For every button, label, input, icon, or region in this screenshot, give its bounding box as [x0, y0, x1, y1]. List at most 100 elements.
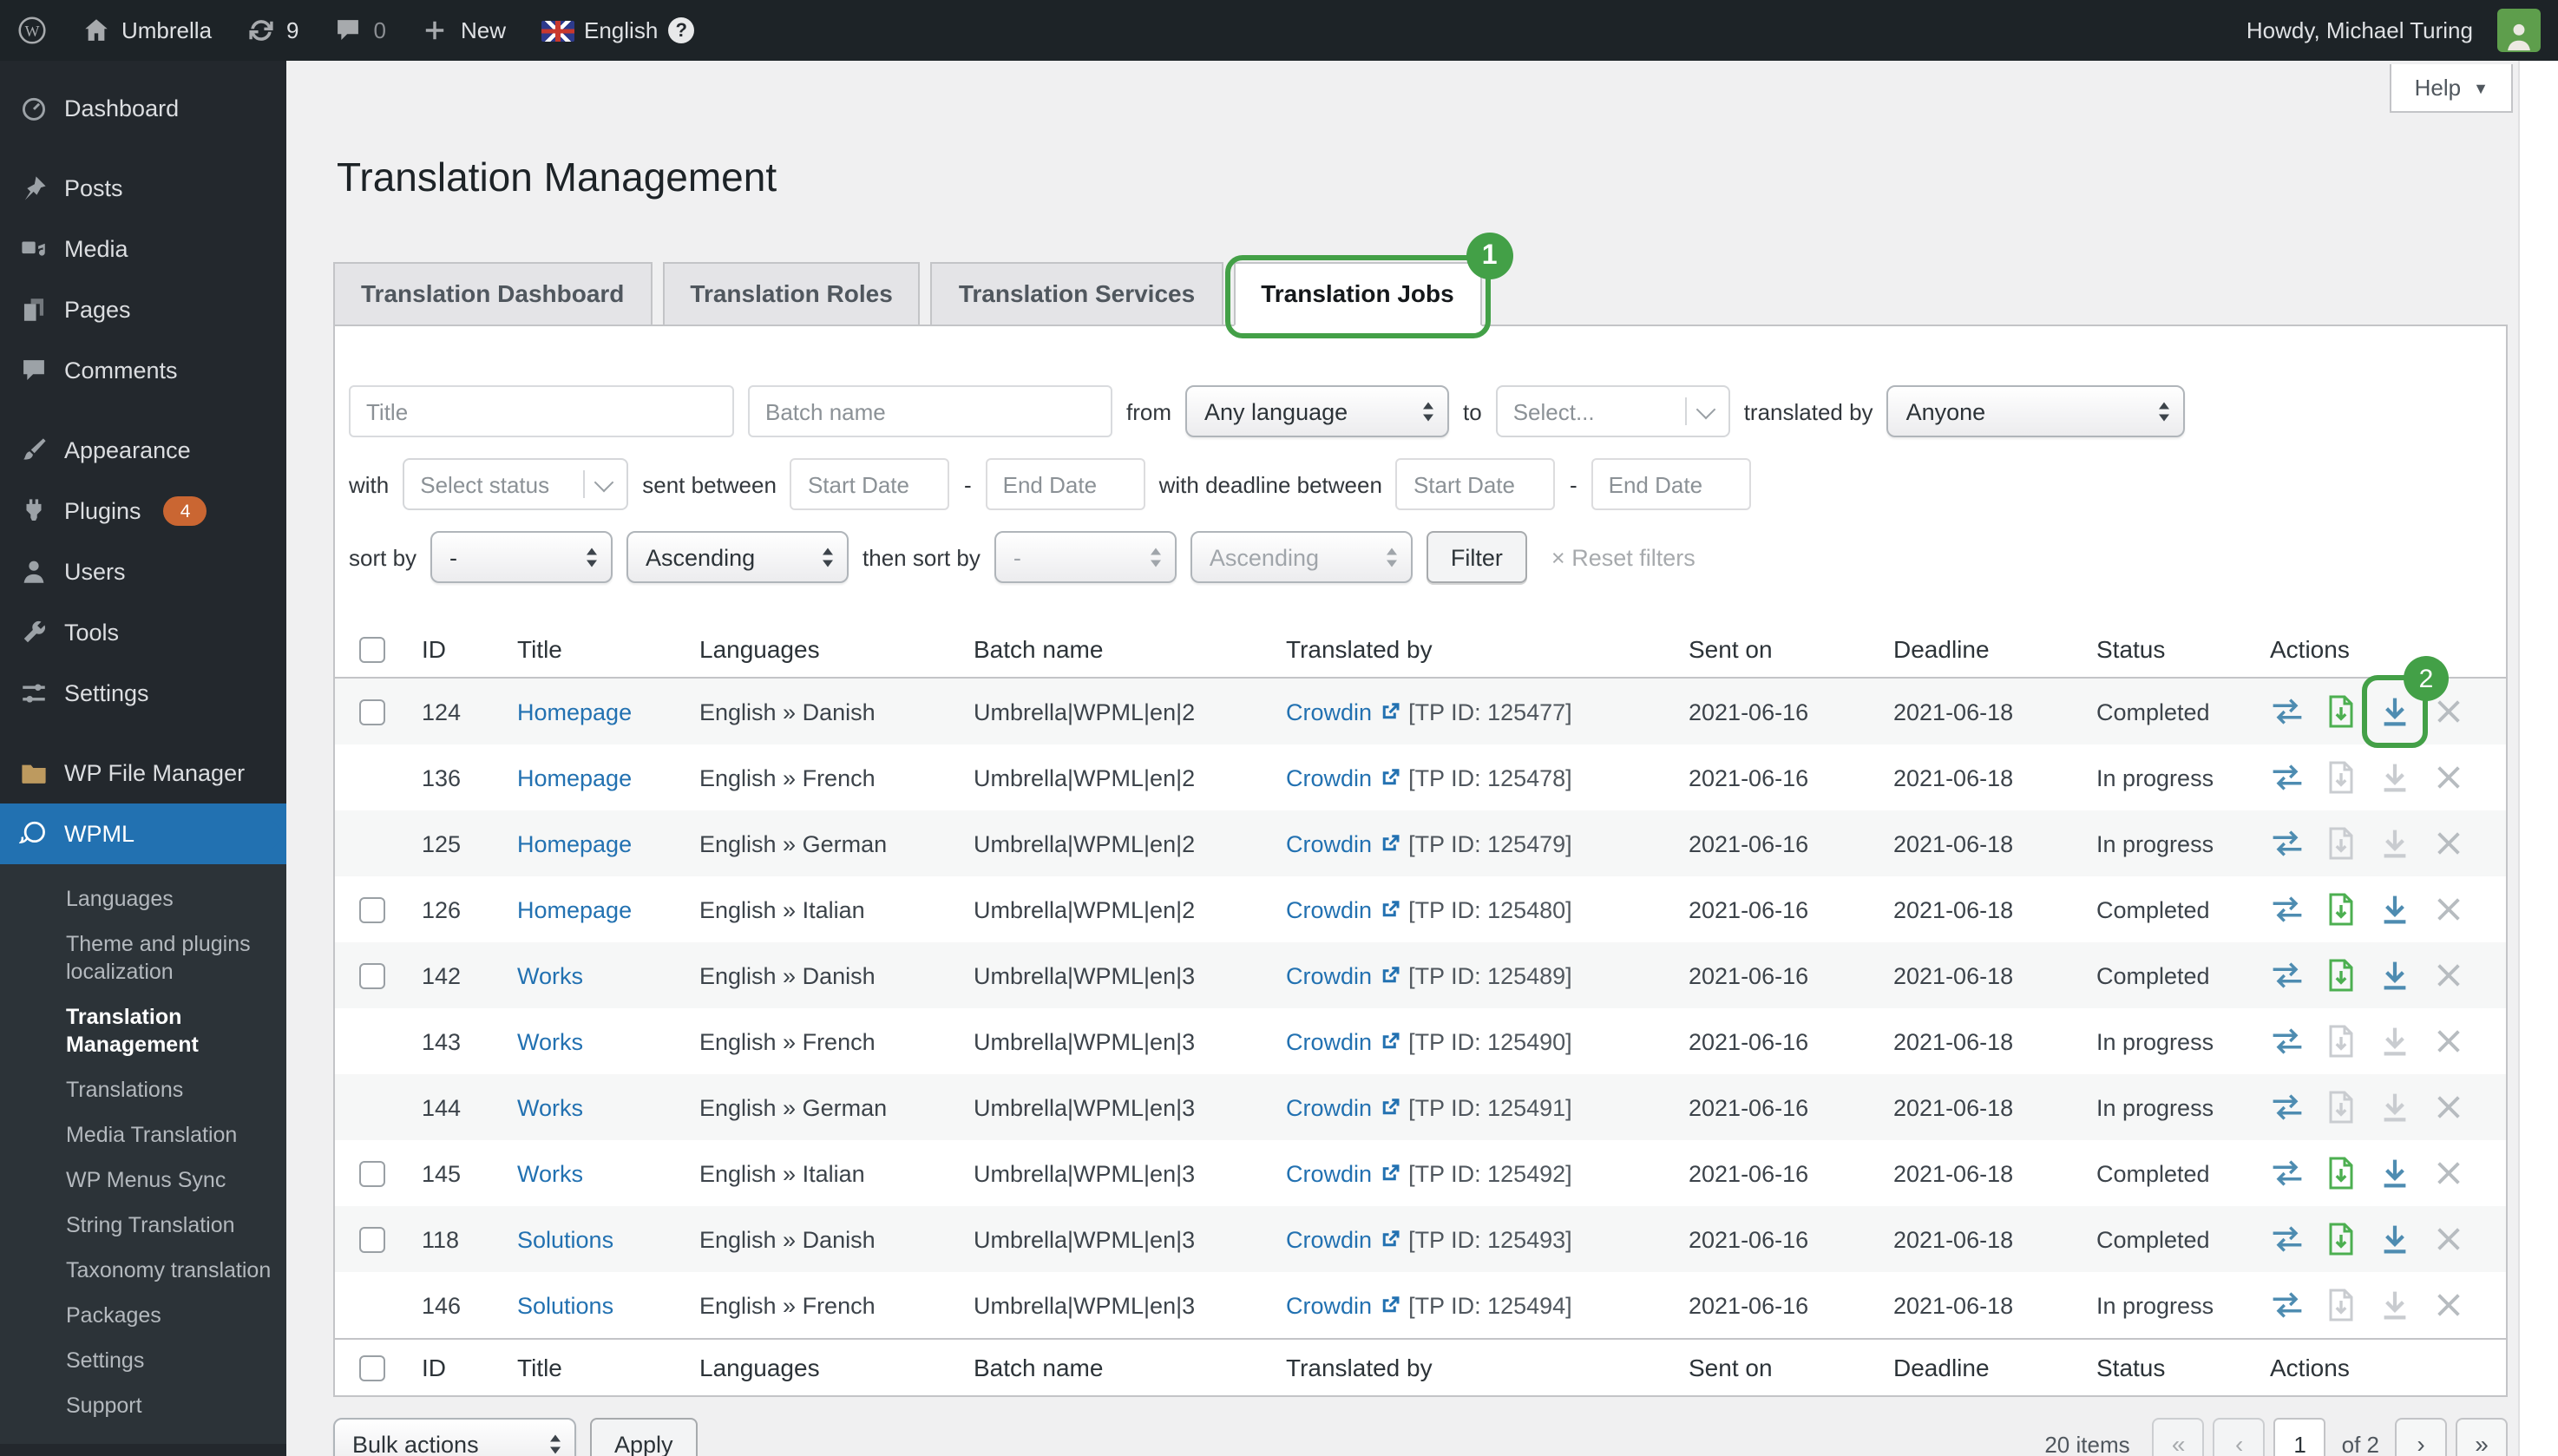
- filter-button[interactable]: Filter: [1427, 531, 1527, 583]
- sidebar-item-dashboard[interactable]: Dashboard: [0, 78, 286, 139]
- sync-icon[interactable]: [2270, 958, 2305, 993]
- language-switcher-menu[interactable]: English ?: [523, 0, 712, 61]
- tab-translation-dashboard[interactable]: Translation Dashboard: [333, 262, 652, 326]
- next-page-button[interactable]: ›: [2395, 1418, 2447, 1456]
- to-language-select[interactable]: Select...: [1496, 385, 1730, 437]
- status-select[interactable]: Select status: [403, 458, 628, 510]
- download-icon[interactable]: [2378, 958, 2412, 993]
- help-button[interactable]: Help ▼: [2391, 64, 2513, 113]
- translation-service-link[interactable]: Crowdin: [1286, 1094, 1372, 1120]
- cancel-icon[interactable]: [2431, 892, 2466, 927]
- translation-service-link[interactable]: Crowdin: [1286, 962, 1372, 988]
- row-checkbox[interactable]: [359, 1160, 385, 1186]
- cancel-icon[interactable]: [2431, 1090, 2466, 1125]
- from-language-select[interactable]: Any language: [1185, 385, 1449, 437]
- account-menu[interactable]: Howdy, Michael Turing: [2229, 0, 2558, 61]
- translation-service-link[interactable]: Crowdin: [1286, 1226, 1372, 1252]
- sidebar-item-comments[interactable]: Comments: [0, 340, 286, 401]
- job-title-link[interactable]: Homepage: [517, 830, 632, 856]
- apply-button[interactable]: Apply: [590, 1418, 698, 1456]
- prev-page-button[interactable]: ‹: [2214, 1418, 2266, 1456]
- translation-service-link[interactable]: Crowdin: [1286, 830, 1372, 856]
- sidebar-subitem-wp-menus-sync[interactable]: WP Menus Sync: [0, 1158, 286, 1203]
- sidebar-subitem-languages[interactable]: Languages: [0, 876, 286, 921]
- sent-end-date-input[interactable]: [986, 458, 1145, 510]
- file-download-icon[interactable]: [2324, 1156, 2358, 1190]
- cancel-icon[interactable]: [2431, 760, 2466, 795]
- reset-filters-link[interactable]: × Reset filters: [1551, 544, 1695, 570]
- updates-menu[interactable]: 9: [229, 0, 316, 61]
- select-all-checkbox[interactable]: [359, 1354, 385, 1381]
- job-title-link[interactable]: Solutions: [517, 1226, 613, 1252]
- sidebar-subitem-packages[interactable]: Packages: [0, 1293, 286, 1338]
- row-checkbox[interactable]: [359, 698, 385, 725]
- translation-service-link[interactable]: Crowdin: [1286, 1028, 1372, 1054]
- sidebar-subitem-taxonomy-translation[interactable]: Taxonomy translation: [0, 1248, 286, 1293]
- scrollbar[interactable]: [2518, 61, 2558, 1456]
- job-title-link[interactable]: Homepage: [517, 764, 632, 790]
- sidebar-item-wp-file-manager[interactable]: WP File Manager: [0, 743, 286, 803]
- job-title-link[interactable]: Works: [517, 962, 583, 988]
- order-secondary-select[interactable]: Ascending: [1190, 531, 1413, 583]
- cancel-icon[interactable]: [2431, 1024, 2466, 1059]
- job-title-link[interactable]: Homepage: [517, 896, 632, 922]
- cancel-icon[interactable]: [2431, 694, 2466, 729]
- job-title-link[interactable]: Solutions: [517, 1292, 613, 1318]
- sync-icon[interactable]: [2270, 1288, 2305, 1322]
- translated-by-select[interactable]: Anyone: [1887, 385, 2186, 437]
- batch-name-filter-input[interactable]: [748, 385, 1112, 437]
- sync-icon[interactable]: [2270, 826, 2305, 861]
- file-download-icon[interactable]: [2324, 892, 2358, 927]
- sent-start-date-input[interactable]: [790, 458, 950, 510]
- sidebar-item-settings[interactable]: Settings: [0, 663, 286, 724]
- sidebar-subitem-translation-management[interactable]: Translation Management: [0, 994, 286, 1067]
- row-checkbox[interactable]: [359, 896, 385, 922]
- sort-primary-select[interactable]: -: [430, 531, 613, 583]
- last-page-button[interactable]: »: [2456, 1418, 2508, 1456]
- bulk-actions-select[interactable]: Bulk actions: [333, 1418, 576, 1456]
- sidebar-item-wpml[interactable]: WPML: [0, 803, 286, 864]
- sync-icon[interactable]: [2270, 694, 2305, 729]
- job-title-link[interactable]: Homepage: [517, 698, 632, 725]
- file-download-icon[interactable]: [2324, 1222, 2358, 1256]
- cancel-icon[interactable]: [2431, 826, 2466, 861]
- translation-service-link[interactable]: Crowdin: [1286, 764, 1372, 790]
- translation-service-link[interactable]: Crowdin: [1286, 1292, 1372, 1318]
- job-title-link[interactable]: Works: [517, 1160, 583, 1186]
- first-page-button[interactable]: «: [2153, 1418, 2205, 1456]
- sidebar-item-media[interactable]: Media: [0, 219, 286, 279]
- new-content-menu[interactable]: New: [403, 0, 523, 61]
- download-icon[interactable]: [2378, 892, 2412, 927]
- sync-icon[interactable]: [2270, 760, 2305, 795]
- order-primary-select[interactable]: Ascending: [626, 531, 849, 583]
- sidebar-subitem-translations[interactable]: Translations: [0, 1067, 286, 1112]
- sync-icon[interactable]: [2270, 1222, 2305, 1256]
- download-icon[interactable]: [2378, 1222, 2412, 1256]
- sidebar-subitem-settings[interactable]: Settings: [0, 1338, 286, 1383]
- file-download-icon[interactable]: [2324, 958, 2358, 993]
- comments-menu[interactable]: 0: [317, 0, 403, 61]
- sidebar-subitem-support[interactable]: Support: [0, 1383, 286, 1428]
- select-all-checkbox[interactable]: [359, 636, 385, 662]
- job-title-link[interactable]: Works: [517, 1094, 583, 1120]
- translation-service-link[interactable]: Crowdin: [1286, 1160, 1372, 1186]
- cancel-icon[interactable]: [2431, 1222, 2466, 1256]
- sync-icon[interactable]: [2270, 1156, 2305, 1190]
- deadline-end-date-input[interactable]: [1591, 458, 1751, 510]
- title-filter-input[interactable]: [349, 385, 734, 437]
- sync-icon[interactable]: [2270, 1024, 2305, 1059]
- sidebar-subitem-media-translation[interactable]: Media Translation: [0, 1112, 286, 1158]
- cancel-icon[interactable]: [2431, 1288, 2466, 1322]
- sync-icon[interactable]: [2270, 892, 2305, 927]
- tab-translation-jobs[interactable]: Translation Jobs1: [1233, 262, 1482, 326]
- download-icon[interactable]: [2378, 694, 2412, 729]
- cancel-icon[interactable]: [2431, 958, 2466, 993]
- sidebar-item-appearance[interactable]: Appearance: [0, 420, 286, 481]
- current-page-input[interactable]: [2274, 1418, 2326, 1456]
- sidebar-item-posts[interactable]: Posts: [0, 158, 286, 219]
- sidebar-item-users[interactable]: Users: [0, 541, 286, 602]
- sidebar-subitem-theme-and-plugins-localization[interactable]: Theme and plugins localization: [0, 921, 286, 994]
- sidebar-item-tools[interactable]: Tools: [0, 602, 286, 663]
- job-title-link[interactable]: Works: [517, 1028, 583, 1054]
- sidebar-item-plugins[interactable]: Plugins4: [0, 481, 286, 541]
